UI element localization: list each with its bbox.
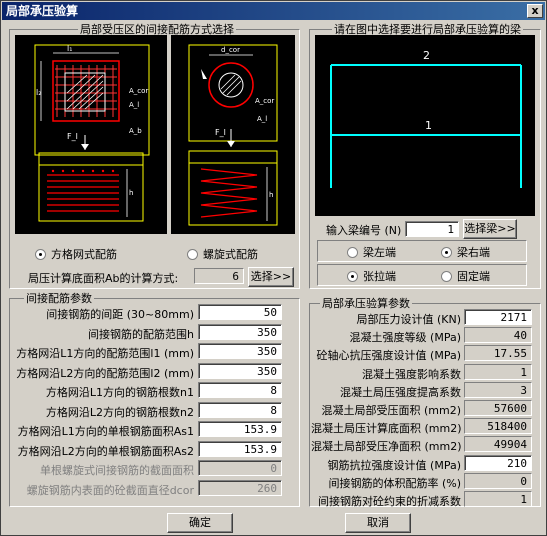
indirect-row-input[interactable]: 350 bbox=[198, 362, 282, 379]
indirect-row-input: 0 bbox=[198, 460, 282, 476]
h-label: h bbox=[129, 189, 133, 197]
indirect-row-input: 260 bbox=[198, 479, 282, 496]
beam-1-label[interactable]: 1 bbox=[425, 119, 432, 132]
check-row-label: 混凝土强度等级 (MPa) bbox=[349, 331, 461, 345]
beam-canvas-svg: 2 1 bbox=[330, 49, 522, 188]
spiral-diagram-svg: d_cor A_cor A_l F_l h bbox=[188, 44, 278, 226]
check-row-label: 钢筋抗拉强度设计值 (MPa) bbox=[327, 458, 461, 472]
indirect-row-label: 单根螺旋式间接钢筋的截面面积 bbox=[40, 464, 194, 477]
check-row-value: 17.55 bbox=[464, 345, 532, 362]
beam-input-label: 输入梁编号 (N) bbox=[326, 224, 402, 237]
close-button[interactable]: x bbox=[527, 4, 543, 18]
radio-spiral-indicator[interactable] bbox=[187, 249, 198, 260]
check-params-title: 局部承压验算参数 bbox=[322, 297, 410, 310]
indirect-row-label: 间接钢筋的配筋范围h bbox=[88, 327, 194, 341]
radio-fixed-end-indicator[interactable] bbox=[441, 271, 452, 282]
radio-tension-end-label: 张拉端 bbox=[363, 270, 396, 283]
check-row-label: 混凝土强度影响系数 bbox=[362, 367, 461, 381]
check-row-label: 砼轴心抗压强度设计值 (MPa) bbox=[316, 349, 461, 363]
indirect-row-label: 方格网沿L2方向的配筋范围l2 (mm) bbox=[16, 366, 194, 380]
check-row-label: 混凝土局部受压净面积 (mm2) bbox=[311, 440, 462, 454]
mesh-diagram-svg: l₁ l₂ A_cor A_l A_b F_l h bbox=[34, 44, 150, 222]
al-label: A_l bbox=[129, 101, 139, 109]
radio-tension-end-indicator[interactable] bbox=[347, 271, 358, 282]
spiral-al-label: A_l bbox=[257, 115, 267, 123]
area-select-button[interactable]: 选择>> bbox=[248, 267, 294, 287]
l1-label: l₁ bbox=[67, 44, 72, 53]
area-method-value: 6 bbox=[194, 268, 244, 284]
check-row-value: 3 bbox=[464, 381, 532, 398]
spiral-acor-label: A_cor bbox=[255, 97, 274, 105]
check-row-label: 间接钢筋对砼约束的折减系数 bbox=[318, 495, 461, 508]
window-title: 局部承压验算 bbox=[6, 4, 79, 18]
check-row-label: 混凝土局压计算底面积 (mm2) bbox=[311, 422, 462, 436]
radio-mesh-label: 方格网式配筋 bbox=[51, 248, 117, 261]
spiral-fl-label: F_l bbox=[215, 128, 226, 137]
beam-number-input[interactable]: 1 bbox=[405, 221, 459, 237]
radio-mesh-indicator[interactable] bbox=[35, 249, 46, 260]
acor-label: A_cor bbox=[129, 87, 148, 95]
title-bar: 局部承压验算 x bbox=[2, 2, 545, 20]
check-row-value: 0 bbox=[464, 472, 532, 489]
radio-mesh[interactable]: 方格网式配筋 bbox=[35, 246, 117, 262]
indirect-row-label: 方格网沿L1方向的钢筋根数n1 bbox=[45, 386, 194, 399]
radio-spiral-label: 螺旋式配筋 bbox=[203, 248, 258, 261]
indirect-params-title: 间接配筋参数 bbox=[26, 292, 92, 305]
check-row-value: 518400 bbox=[464, 418, 532, 435]
radio-fixed-end[interactable]: 固定端 bbox=[441, 268, 490, 284]
radio-spiral[interactable]: 螺旋式配筋 bbox=[187, 246, 258, 262]
check-row-label: 混凝土局部受压面积 (mm2) bbox=[321, 404, 461, 417]
indirect-row-label: 螺旋钢筋内表面的砼截面直径dcor bbox=[26, 483, 194, 497]
cancel-button[interactable]: 取消 bbox=[345, 513, 411, 533]
indirect-row-input[interactable]: 8 bbox=[198, 401, 282, 418]
check-row-value: 49904 bbox=[464, 436, 532, 453]
ok-button[interactable]: 确定 bbox=[167, 513, 233, 533]
indirect-row-input[interactable]: 153.9 bbox=[198, 440, 282, 457]
indirect-row-label: 间接钢筋的间距 (30~80mm) bbox=[46, 308, 194, 321]
radio-beam-left[interactable]: 梁左端 bbox=[347, 244, 396, 260]
spiral-h-label: h bbox=[269, 191, 273, 199]
check-row-value: 1 bbox=[464, 363, 532, 380]
mesh-reinforcement-diagram[interactable]: l₁ l₂ A_cor A_l A_b F_l h bbox=[15, 35, 167, 234]
indirect-row-input[interactable]: 350 bbox=[198, 323, 282, 340]
check-row-label: 局部压力设计值 (KN) bbox=[356, 313, 461, 326]
indirect-row-input[interactable]: 8 bbox=[198, 382, 282, 398]
check-row-label: 间接钢筋的体积配筋率 (%) bbox=[328, 476, 461, 490]
radio-beam-right-label: 梁右端 bbox=[457, 246, 490, 259]
beam-2-label[interactable]: 2 bbox=[423, 49, 430, 62]
ab-label: A_b bbox=[129, 127, 142, 135]
indirect-row-input[interactable]: 153.9 bbox=[198, 421, 282, 437]
l2-label: l₂ bbox=[36, 88, 41, 97]
beam-canvas[interactable]: 2 1 bbox=[315, 35, 535, 216]
indirect-row-input[interactable]: 50 bbox=[198, 304, 282, 320]
radio-fixed-end-label: 固定端 bbox=[457, 270, 490, 283]
dcor-label: d_cor bbox=[221, 46, 240, 54]
check-row-value[interactable]: 2171 bbox=[464, 309, 532, 325]
area-method-label: 局压计算底面积Ab的计算方式: bbox=[28, 272, 179, 285]
check-row-value: 57600 bbox=[464, 400, 532, 416]
indirect-row-label: 方格网沿L1方向的单根钢筋面积As1 bbox=[17, 425, 194, 438]
dialog-window: 局部承压验算 x 局部受压区的间接配筋方式选择 l₁ l₂ A_cor A_l … bbox=[0, 0, 547, 536]
indirect-row-label: 方格网沿L2方向的单根钢筋面积As2 bbox=[17, 444, 194, 458]
select-beam-button[interactable]: 选择梁>> bbox=[463, 219, 517, 239]
spiral-reinforcement-diagram[interactable]: d_cor A_cor A_l F_l h bbox=[171, 35, 295, 234]
check-row-value: 1 bbox=[464, 491, 532, 507]
indirect-row-label: 方格网沿L2方向的钢筋根数n2 bbox=[45, 405, 194, 419]
check-row-value[interactable]: 210 bbox=[464, 454, 532, 471]
radio-beam-right-indicator[interactable] bbox=[441, 247, 452, 258]
fl-label: F_l bbox=[67, 132, 78, 141]
indirect-row-label: 方格网沿L1方向的配筋范围l1 (mm) bbox=[16, 347, 194, 360]
check-row-label: 混凝土局压强度提高系数 bbox=[340, 385, 461, 399]
radio-beam-left-indicator[interactable] bbox=[347, 247, 358, 258]
check-row-value: 40 bbox=[464, 327, 532, 344]
radio-tension-end[interactable]: 张拉端 bbox=[347, 268, 396, 284]
indirect-row-input[interactable]: 350 bbox=[198, 343, 282, 359]
radio-beam-right[interactable]: 梁右端 bbox=[441, 244, 490, 260]
radio-beam-left-label: 梁左端 bbox=[363, 246, 396, 259]
